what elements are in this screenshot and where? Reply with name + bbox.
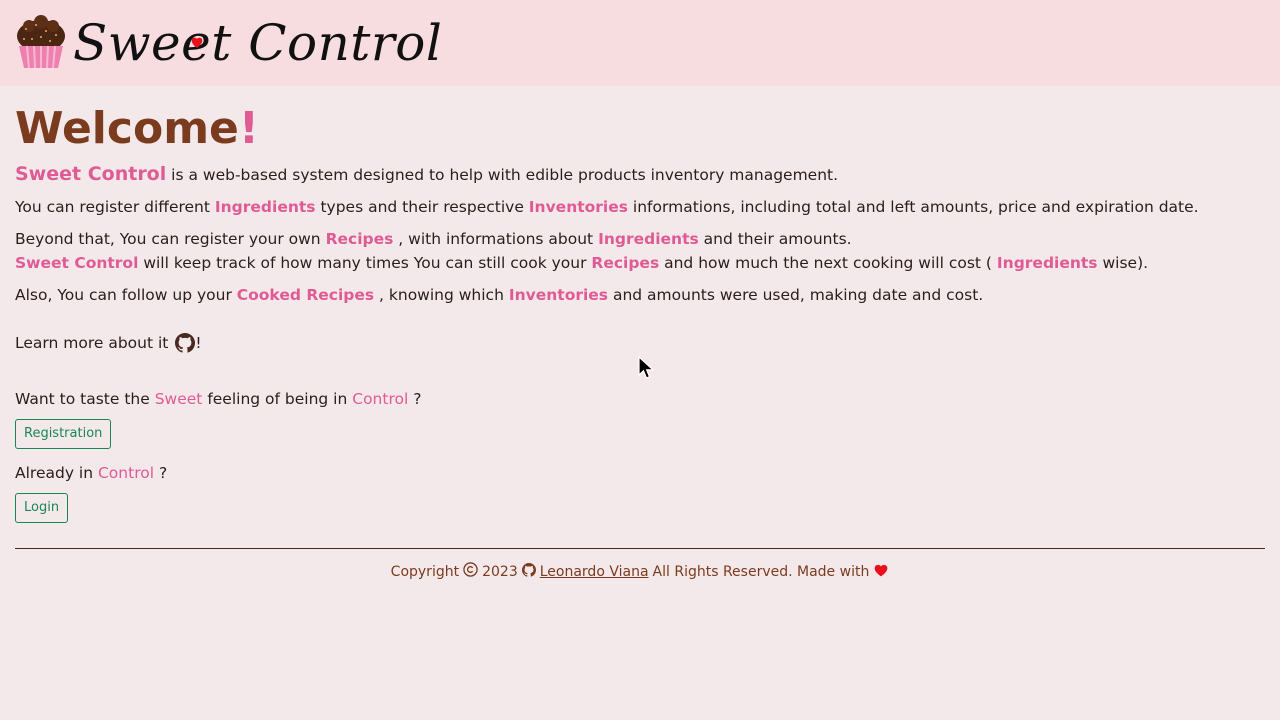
- ingredients-paragraph: You can register different Ingredients t…: [15, 198, 1199, 217]
- author-link[interactable]: Leonardo Viana: [540, 564, 649, 580]
- github-icon: [521, 562, 536, 581]
- heart-icon: [189, 8, 205, 58]
- tracking-paragraph: Sweet Control will keep track of how man…: [15, 254, 1149, 273]
- login-prompt: Already in Control ?: [15, 464, 168, 483]
- brand-title: Sweet Control: [73, 18, 442, 68]
- learn-more: Learn more about it !: [15, 333, 202, 353]
- cupcake-icon: [15, 14, 67, 72]
- copyright-icon: [463, 562, 478, 581]
- registration-prompt: Want to taste the Sweet feeling of being…: [15, 390, 422, 409]
- intro-paragraph: Sweet Control is a web-based system desi…: [15, 163, 839, 186]
- recipes-paragraph: Beyond that, You can register your own R…: [15, 230, 852, 249]
- login-button[interactable]: Login: [15, 493, 69, 524]
- github-icon[interactable]: [175, 333, 196, 353]
- mouse-cursor: [638, 355, 656, 384]
- heart-icon: [873, 563, 889, 581]
- page-title: Welcome!: [15, 103, 259, 154]
- main-content: Welcome! Sweet Control is a web-based sy…: [0, 103, 1280, 524]
- brand-link[interactable]: Sweet Control: [15, 14, 442, 72]
- footer: Copyright 2023 Leonardo Viana All Rights…: [0, 562, 1280, 581]
- footer-divider: [15, 548, 1265, 550]
- navbar: Sweet Control: [0, 0, 1280, 86]
- registration-button[interactable]: Registration: [15, 419, 112, 450]
- cooked-recipes-paragraph: Also, You can follow up your Cooked Reci…: [15, 286, 984, 305]
